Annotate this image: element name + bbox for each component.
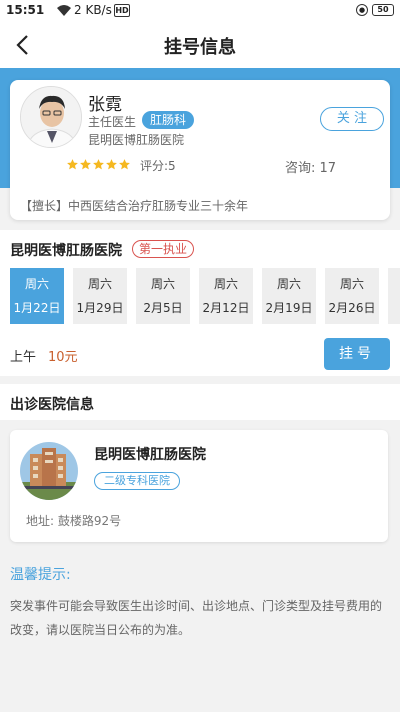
clinic-heading-label: 出诊医院信息 bbox=[10, 397, 94, 413]
lock-icon: ● bbox=[356, 4, 368, 16]
schedule-section: 昆明医博肛肠医院 第一执业 周六 1月22日 周六 1月29日 周六 2月5日 周六 2月12… bbox=[0, 230, 400, 376]
date-option[interactable]: 周六 3月 bbox=[388, 268, 400, 324]
date-option[interactable]: 周六 2月5日 bbox=[136, 268, 190, 324]
tips-title: 温馨提示: bbox=[10, 567, 71, 583]
star-icon bbox=[80, 159, 91, 170]
star-icon bbox=[67, 159, 78, 170]
date-label: 1月29日 bbox=[76, 301, 124, 315]
doctor-hospital: 昆明医博肛肠医院 bbox=[88, 133, 185, 147]
date-label: 2月26日 bbox=[328, 301, 376, 315]
consult-count: 咨询: 17 bbox=[285, 161, 337, 176]
hospital-image bbox=[20, 442, 78, 500]
date-option[interactable]: 周六 2月12日 bbox=[199, 268, 253, 324]
date-weekday: 周六 bbox=[339, 277, 364, 291]
date-weekday: 周六 bbox=[87, 277, 112, 291]
clinic-card[interactable]: 昆明医博肛肠医院 二级专科医院 地址: 鼓楼路92号 bbox=[10, 430, 388, 542]
tips-body: 突发事件可能会导致医生出诊时间、出诊地点、门诊类型及挂号费用的改变，请以医院当日… bbox=[10, 599, 383, 637]
date-label: 3月 bbox=[388, 299, 400, 316]
clinic-level-badge: 二级专科医院 bbox=[94, 472, 180, 490]
doctor-name: 张霓 bbox=[88, 95, 122, 115]
doctor-card: 张霓 主任医生 肛肠科 昆明医博肛肠医院 关 注 评分:5 咨询: 17 【擅长… bbox=[10, 80, 390, 220]
date-weekday: 周六 bbox=[24, 277, 49, 291]
battery-indicator: 50 bbox=[372, 4, 394, 16]
date-label: 2月12日 bbox=[202, 301, 250, 315]
date-option[interactable]: 周六 1月22日 bbox=[10, 268, 64, 324]
star-icon bbox=[93, 159, 104, 170]
doctor-title: 主任医生 bbox=[88, 115, 137, 129]
slot-price: 10元 bbox=[48, 350, 78, 365]
clinic-name: 昆明医博肛肠医院 bbox=[94, 447, 206, 463]
date-selector: 周六 1月22日 周六 1月29日 周六 2月5日 周六 2月12日 周六 2月19日 周六 2月26… bbox=[10, 268, 400, 324]
rating-label: 评分:5 bbox=[140, 159, 176, 173]
star-icon bbox=[119, 159, 130, 170]
status-bar: 15:51 2 KB/s HD ● 50 bbox=[0, 0, 400, 22]
practice-badge: 第一执业 bbox=[132, 240, 195, 258]
date-label: 1月22日 bbox=[13, 301, 61, 315]
register-button[interactable]: 挂号 bbox=[324, 338, 390, 370]
status-time: 15:51 bbox=[6, 3, 45, 17]
schedule-hospital-name: 昆明医博肛肠医院 bbox=[10, 243, 122, 259]
doctor-specialty: 【擅长】中西医结合治疗肛肠专业三十余年 bbox=[20, 199, 249, 213]
date-label: 2月19日 bbox=[265, 301, 313, 315]
star-icon bbox=[106, 159, 117, 170]
date-weekday: 周六 bbox=[276, 277, 301, 291]
network-speed: 2 KB/s bbox=[74, 3, 112, 17]
date-weekday: 周六 bbox=[388, 275, 400, 292]
department-badge: 肛肠科 bbox=[142, 111, 195, 129]
doctor-avatar bbox=[20, 86, 82, 148]
slot-time: 上午 bbox=[10, 350, 37, 365]
header-bar: 挂号信息 bbox=[0, 22, 400, 68]
rating-stars bbox=[66, 156, 131, 172]
date-option[interactable]: 周六 1月29日 bbox=[73, 268, 127, 324]
date-label: 2月5日 bbox=[143, 301, 183, 315]
clinic-address: 地址: 鼓楼路92号 bbox=[26, 514, 122, 528]
page-title: 挂号信息 bbox=[164, 37, 236, 58]
follow-button[interactable]: 关 注 bbox=[320, 107, 384, 131]
wifi-icon bbox=[57, 5, 71, 16]
clinic-section-heading: 出诊医院信息 bbox=[0, 384, 400, 420]
date-option[interactable]: 周六 2月26日 bbox=[325, 268, 379, 324]
hd-indicator: HD bbox=[114, 4, 130, 17]
date-weekday: 周六 bbox=[150, 277, 175, 291]
date-weekday: 周六 bbox=[213, 277, 238, 291]
date-option[interactable]: 周六 2月19日 bbox=[262, 268, 316, 324]
